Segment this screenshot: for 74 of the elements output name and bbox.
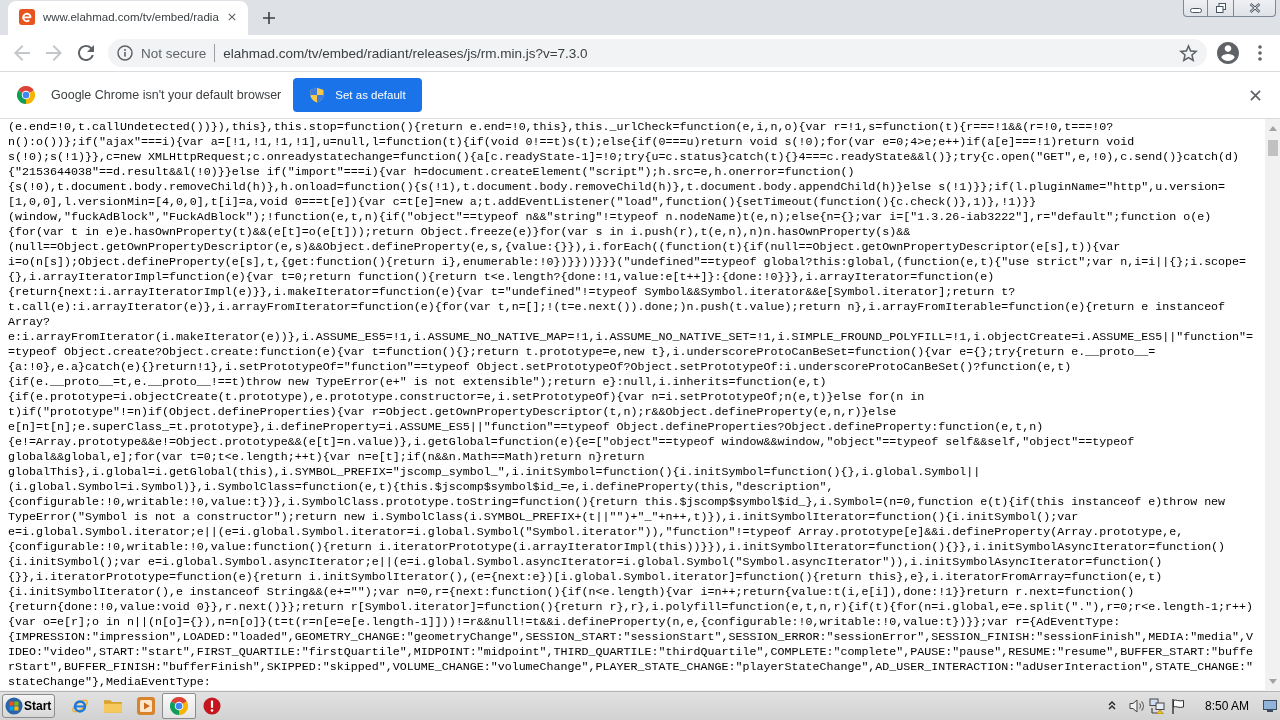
code-line: {IMPRESSION:"impression",LOADED:"loaded",GEOMETRY_CHANGE:"geometryChange",SESSION_START:"sessionStart",SESSION_ERROR:"sessionError",SESSION_FINISH:"sessionFinish",MEDIA:"media",V [8,630,1254,645]
code-line: (e.end=!0,t.callUndetected())}),this},this.stop=function(){return e.end=!0,this},this._urlCheck=function(e,i,n,o){var r=!1,s=function(t){r===!1&&(r=!0,t===!0? [8,120,1114,135]
code-line: s(!0);s(!1)}},c=new XMLHttpRequest;c.onreadystatechange=function(){a[c.readyState-1]=!0;try{u=c.status}catch(t){}4===c.readyState&&l()};try{c.open("GET",e,!0),c.send()}catch(d) [8,150,1240,165]
set-default-button[interactable]: Set as default [293,78,422,112]
code-line: {configurable:!0,writable:!0,value:t})},i.SymbolClass.prototype.toString=function(){return this.$jscomp$symbol$id_},i.Symbol=(n=0,function e(t){if(this instanceof e)throw new [8,495,1226,510]
account-icon[interactable] [1217,42,1239,64]
code-line: i=o(n[s]);Object.defineProperty(e[s],t,{get:function(){return i},enumerable:!0})}}))}}}("undefined"==typeof global?this:global,(function(e,t){"use strict";var n,i=i||{};i.scope= [8,255,1247,270]
code-line: e[n]=t[n];e.superClass_=t.prototype},i.defineProperty=i.ASSUME_ES5||"function"==typeof Object.defineProperties?Object.defineProperty:function(e,t,n) [8,420,1044,435]
clock-text[interactable]: 8:50 AM [1204,698,1249,713]
start-button[interactable]: Start [2,693,56,718]
code-line: {a:!0},e.a}catch(e){}return!1},i.setPrototypeOf="function"==typeof Object.setPrototypeOf?Object.setPrototypeOf:i.underscoreProtoCanBeSet()?function(e,t) [8,360,1072,375]
code-line: n():o())};if("ajax"===i){var a=[!1,!1,!1,!1],u=null,l=function(t){if(void 0!==t)s(t);else{if(0===u)return void s(!0);for(var e=0;4>e;e++)if(a[e]===!1)return void [8,135,1135,150]
restore-icon [1215,3,1226,13]
close-icon [1248,3,1261,13]
code-line: {i.initSymbol();var e=i.global.Symbol.asyncIterator;e||(e=i.global.Symbol.asyncIterator=i.global.Symbol("Symbol.asyncIterator")),i.initSymbolAsyncIterator=function() [8,555,1163,570]
restore-button[interactable] [1208,0,1234,17]
menu-icon[interactable] [1258,45,1262,61]
scrollbar[interactable] [1265,119,1280,690]
code-line: t.call(e):i.arrayIterator(e)},i.arrayFromIterator=function(e){for(var t,n=[];!(t=e.next()).done;)n.push(t.value);return n},i.arrayFromIterable=function(e){return e instanceof [8,300,1226,315]
code-line: {e!=Array.prototype&&e!=Object.prototype&&(e[t]=n.value)},i.getGlobal=function(e){e=["object"==typeof window&&window,"object"==typeof self&&self,"object"==typeof [8,435,1135,450]
chrome-logo-icon [17,86,35,104]
code-line: {},i.arrayIteratorImpl=function(e){var t=0;return function(){return t<e.length?{done:!1,value:e[t++]}:{done:!0}}},i.arrayIterator=function(e) [8,270,995,285]
minimize-icon [1189,8,1202,13]
reload-icon[interactable] [78,45,94,61]
code-line: globalThis},i.global=i.getGlobal(this),i.SYMBOL_PREFIX="jscomp_symbol_",i.initSymbol=function(){i.initSymbol=function(){},i.global.Symbol|| [8,465,981,480]
code-line: {return{next:i.arrayIteratorImpl(e)}},i.makeIterator=function(e){var t="undefined"!=typeof Symbol&&Symbol.iterator&&e[Symbol.iterator];return t? [8,285,1016,300]
star-icon[interactable] [1179,44,1198,62]
code-line: TypeError("Symbol is not a constructor");return new i.SymbolClass(i.SYMBOL_PREFIX+(t||"")+"_"+n++,t)}),i.initSymbolIterator=function(){i.initSymbol();var [8,510,1079,525]
security-chip[interactable]: Not secure [117,45,207,61]
code-line: stateChange"},MediaEventType: [8,675,211,690]
code-line: {"2153644038"==d.result&&l(!0)}}else if("import"===i){var h=document.createElement("script");h.src=e,h.onerror=function() [8,165,855,180]
network-icon[interactable] [1148,697,1165,714]
code-line: (i.global.Symbol=i.Symbol)},i.SymbolClass=function(e,t){this.$jscomp$symbol$id_=e,i.defineProperty(this,"description", [8,480,834,495]
code-line: =typeof Object.create?Object.create:function(e){var t=function(){};return t.prototype=e,new t},i.underscoreProtoCanBeSet=function(){var e={};try{return e.__proto__= [8,345,1156,360]
show-desktop-icon[interactable] [1263,699,1277,712]
speaker-icon[interactable] [1128,697,1145,714]
code-line: {}},i.iteratorPrototype=function(e){return i.initSymbolIterator(),(e={next:e})[i.global.Symbol.iterator]=function(){return this},e},i.iteratorFromArray=function(e,t) [8,570,1163,585]
minimize-button[interactable] [1183,0,1208,17]
plus-icon[interactable] [263,11,275,24]
code-line: rStart",BUFFER_FINISH:"bufferFinish",SKIPPED:"skipped",VOLUME_CHANGE:"volumeChange",PLAYER_STATE_CHANGE:"playerStateChange",AD_USER_INTERACTION:"adUserInteraction",STATE_CHANGE:" [8,660,1254,675]
code-line: {if(e.prototype=i.objectCreate(t.prototype),e.prototype.constructor=e,i.setPrototypeOf){var n=i.setPrototypeOf;n(e,t)}else for(n in [8,390,925,405]
close-icon[interactable] [228,12,236,21]
chrome-logo-icon[interactable] [161,692,196,719]
infobar-message: Google Chrome isn't your default browser [51,88,282,102]
code-line: {configurable:!0,writable:!0,value:function(){return i.iteratorPrototype(i.arrayIteratorImpl(this))}}),i.initSymbolIterator=function(){}},i.initSymbolAsyncIterator=function() [8,540,1226,555]
code-line: {for(var t in e)e.hasOwnProperty(t)&&(e[t]=o(e[t]));return Object.freeze(e)}for(var s in i.push(r),t(e,n),n)n.hasOwnProperty(s)&& [8,225,911,240]
code-line: [1,0,0],l.versionMin=[4,0,0],t[i]=a,void 0===t[e]){var c=t[e]=new a;t.addEventListener("load",function(){setTimeout(function(){c.check()},1)},!1)}} [8,195,1037,210]
shield-icon [309,87,326,103]
flag-icon[interactable] [1170,697,1185,714]
code-line: (window,"fuckAdBlock","FuckAdBlock");!function(e,t,n){if("object"==typeof n&&"string"!=typeof n.nodeName)t(e,n);else{n={};var i=["1.3.26-iab3222"],r="default";function o(e) [8,210,1212,225]
code-line: {var o=e[r];o in n||(n[o]={}),n=n[o]}(t=t(r=n[e=e[e.length-1]]))!=r&&null!=t&&i.defineProperty(n,e,{configurable:!0,writable:!0,value:t})}};var r={AdEventType: [8,615,1121,630]
info-icon [117,45,133,61]
code-line: t)if("prototype"!=n)if(Object.defineProperties){var r=Object.getOwnPropertyDescriptor(t,n);r&&Object.defineProperty(e,n,r)}else [8,405,897,420]
url-text: elahmad.com/tv/embed/radiant/releases/js/rm.min.js?v=7.3.0 [223,45,588,61]
browser-tab[interactable]: www.elahmad.com/tv/embed/radia [8,1,248,35]
code-line: e:i.arrayFromIterator(i.makeIterator(e))},i.ASSUME_ES5=!1,i.ASSUME_NO_NATIVE_MAP=!1,i.ASSUME_NO_NATIVE_SET=!1,i.SIMPLE_FROUND_POLYFILL=!1,i.objectCreate=i.ASSUME_ES5||"function"= [8,330,1254,345]
close-icon[interactable] [1250,89,1261,101]
close-button[interactable] [1234,0,1276,17]
code-line: {return{done:!0,value:void 0}},r.next()}};return r[Symbol.iterator]=function(){return r},r},i.polyfill=function(e,t,n,r){if(t){for(n=i.global,e=e.split("."),r=0;r<e.length-1;r++) [8,600,1254,615]
media-player-icon[interactable] [136,696,155,715]
code-line: (null==Object.getOwnPropertyDescriptor(e,s)&&Object.defineProperty(e,s,{value:{}}),i.forEach((function(t){if(null==Object.getOwnPropertyDescriptor(e[s],t)){var [8,240,1121,255]
code-line: Array? [8,315,50,330]
address-bar[interactable]: Not secure elahmad.com/tv/embed/radiant/releases/js/rm.min.js?v=7.3.0 [108,39,1207,67]
chevron-up-icon[interactable] [1107,701,1116,710]
code-line: e=i.global.Symbol.iterator;e||(e=i.global.Symbol.iterator=i.global.Symbol("Symbol.iterator")),"function"!=typeof Array.prototype[e]&&i.defineProperty(Array.prototype,e, [8,525,1184,540]
code-line: {s(!0),t.document.body.removeChild(h)},h.onload=function(){s(!1),t.document.body.removeChild(h)},t.document.body.appendChild(h)}else s(!1)}};if(l.pluginName="http",u.version= [8,180,1226,195]
scrollbar-thumb[interactable] [1267,140,1278,156]
alert-icon[interactable] [202,696,221,715]
windows-logo-icon [5,696,23,715]
code-line: IDEO:"video",START:"start",FIRST_QUARTILE:"firstQuartile",MIDPOINT:"midpoint",THIRD_QUARTILE:"thirdQuartile",COMPLETE:"complete",PAUSE:"pause",RESUME:"resume",BUFFER_START:"buffe [8,645,1254,660]
code-line: {i.initSymbolIterator(),e instanceof String&&(e+="");var n=0,r={next:function(){if(n<e.length){var i=n++;return{value:t(i,e[i]),done:!1}}return r.next=function() [8,585,1135,600]
code-line: global&&global,e];for(var t=0;t<e.length;++t){var n=e[t];if(n&&n.Math==Math)return n}return [8,450,645,465]
site-icon [19,8,35,25]
code-line: {if(e.__proto__=t,e.__proto__!==t)throw new TypeError(e+" is not extensible");return e}:null,i.inherits=function(e,t) [8,375,827,390]
